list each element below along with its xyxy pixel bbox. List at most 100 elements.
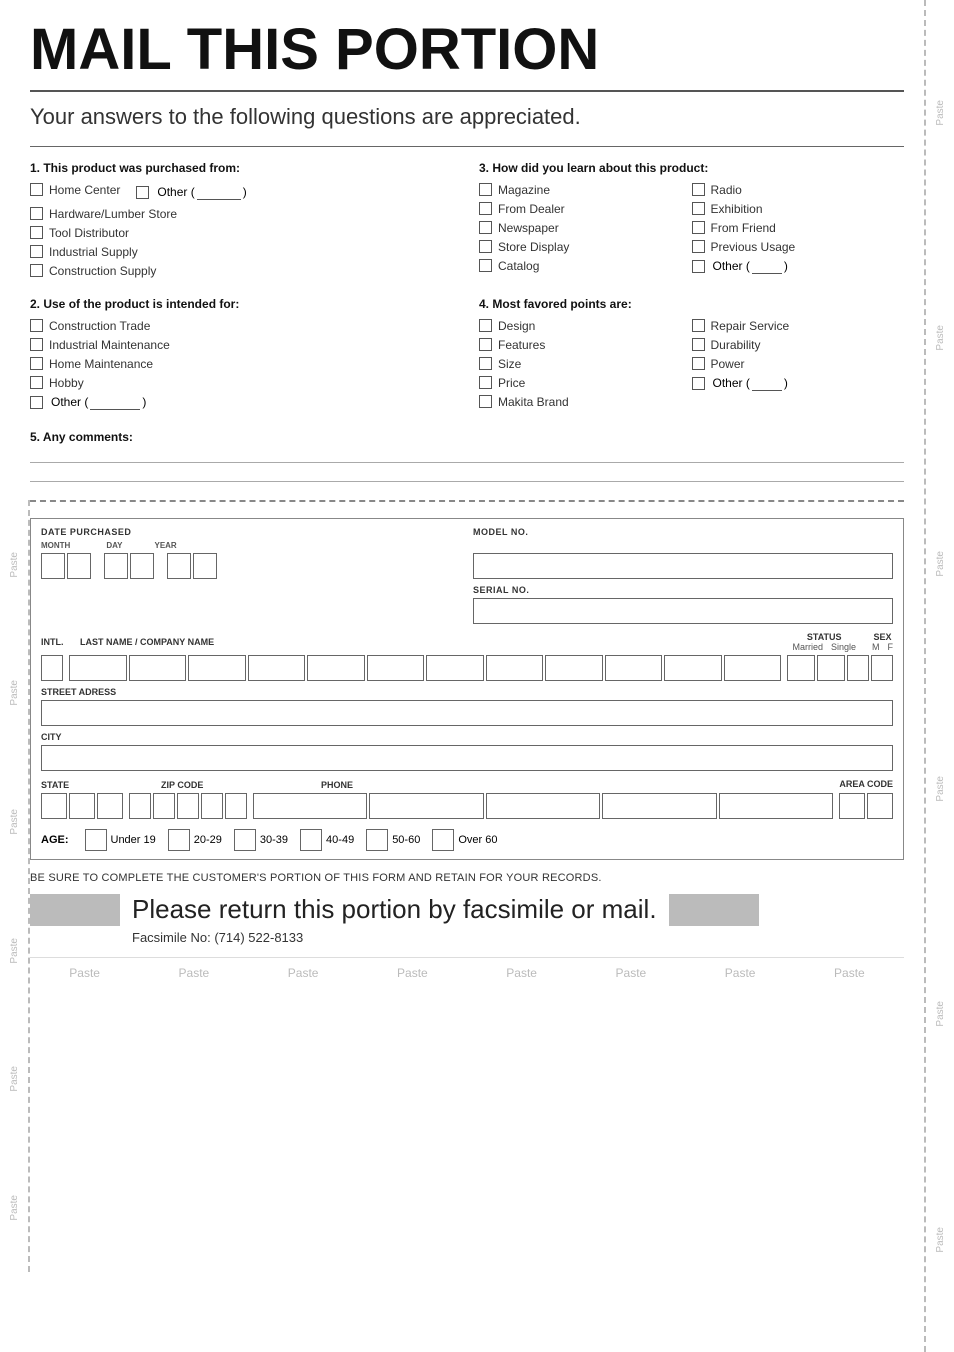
model-input[interactable] — [473, 553, 893, 579]
street-input[interactable] — [41, 700, 893, 726]
name-box-3[interactable] — [188, 655, 246, 681]
q3-prev-usage-cb[interactable] — [692, 240, 705, 253]
intl-label: INTL. — [41, 637, 64, 647]
zip-box-3[interactable] — [177, 793, 199, 819]
q4-repair: Repair Service — [692, 319, 905, 333]
name-box-10[interactable] — [605, 655, 663, 681]
street-label: STREET ADRESS — [41, 687, 893, 697]
age-40-49-box[interactable] — [300, 829, 322, 851]
name-box-9[interactable] — [545, 655, 603, 681]
q2-home-maint-cb[interactable] — [30, 357, 43, 370]
state-box-1[interactable] — [41, 793, 67, 819]
q1-industrial-supply-checkbox[interactable] — [30, 245, 43, 258]
name-box-5[interactable] — [307, 655, 365, 681]
q4-other-cb[interactable] — [692, 377, 705, 390]
q1-construction-supply-checkbox[interactable] — [30, 264, 43, 277]
q4-features: Features — [479, 338, 692, 352]
city-input[interactable] — [41, 745, 893, 771]
name-box-12[interactable] — [724, 655, 782, 681]
q4-features-cb[interactable] — [479, 338, 492, 351]
age-under19-box[interactable] — [85, 829, 107, 851]
single-box[interactable] — [817, 655, 845, 681]
q3-exhibition: Exhibition — [692, 202, 905, 216]
name-box-11[interactable] — [664, 655, 722, 681]
day-box-1[interactable] — [104, 553, 128, 579]
q3-from-friend-cb[interactable] — [692, 221, 705, 234]
state-box-2[interactable] — [69, 793, 95, 819]
model-label: MODEL NO. — [473, 527, 893, 537]
phone-box-2[interactable] — [369, 793, 483, 819]
q4-design: Design — [479, 319, 692, 333]
q4-power-cb[interactable] — [692, 357, 705, 370]
state-box-3[interactable] — [97, 793, 123, 819]
age-under19: Under 19 — [85, 829, 156, 851]
year-box-1[interactable] — [167, 553, 191, 579]
zip-box-1[interactable] — [129, 793, 151, 819]
area-box-1[interactable] — [839, 793, 865, 819]
q3-exhibition-cb[interactable] — [692, 202, 705, 215]
q2-other-cb[interactable] — [30, 396, 43, 409]
phone-label: PHONE — [321, 780, 813, 790]
q1-hardware-checkbox[interactable] — [30, 207, 43, 220]
q3-store-display-cb[interactable] — [479, 240, 492, 253]
month-box-2[interactable] — [67, 553, 91, 579]
q4-title: 4. Most favored points are: — [479, 297, 904, 311]
q2-hobby-cb[interactable] — [30, 376, 43, 389]
q3-radio-cb[interactable] — [692, 183, 705, 196]
married-box[interactable] — [787, 655, 815, 681]
area-box-2[interactable] — [867, 793, 893, 819]
q1-other-checkbox[interactable] — [136, 186, 149, 199]
q4-makita-cb[interactable] — [479, 395, 492, 408]
date-purchased-block: DATE PURCHASED MONTH DAY YEAR — [41, 527, 461, 579]
paste-b8: Paste — [834, 966, 865, 980]
name-box-1[interactable] — [69, 655, 127, 681]
name-box-7[interactable] — [426, 655, 484, 681]
q3-other-cb[interactable] — [692, 260, 705, 273]
name-box-6[interactable] — [367, 655, 425, 681]
year-box-2[interactable] — [193, 553, 217, 579]
month-box-1[interactable] — [41, 553, 65, 579]
q2-other: Other ( ) — [30, 395, 455, 410]
zip-box-4[interactable] — [201, 793, 223, 819]
q4-price-cb[interactable] — [479, 376, 492, 389]
right-paste-1: Paste — [935, 100, 946, 126]
area-label: AREA CODE — [813, 779, 893, 790]
phone-box-5[interactable] — [719, 793, 833, 819]
name-box-2[interactable] — [129, 655, 187, 681]
q4-design-cb[interactable] — [479, 319, 492, 332]
q3-other: Other ( ) — [692, 259, 905, 274]
q2-construction-cb[interactable] — [30, 319, 43, 332]
phone-box-4[interactable] — [602, 793, 716, 819]
q3-catalog-cb[interactable] — [479, 259, 492, 272]
age-20-29-box[interactable] — [168, 829, 190, 851]
q1-home-center-checkbox[interactable] — [30, 183, 43, 196]
q3-radio: Radio — [692, 183, 905, 197]
phone-box-1[interactable] — [253, 793, 367, 819]
age-over60-box[interactable] — [432, 829, 454, 851]
f-box[interactable] — [871, 655, 893, 681]
q3-catalog: Catalog — [479, 259, 692, 273]
q4-durability-cb[interactable] — [692, 338, 705, 351]
q4-repair-cb[interactable] — [692, 319, 705, 332]
q3-from-dealer-cb[interactable] — [479, 202, 492, 215]
m-box[interactable] — [847, 655, 869, 681]
name-box-8[interactable] — [486, 655, 544, 681]
q1-tool-dist-checkbox[interactable] — [30, 226, 43, 239]
age-30-39-box[interactable] — [234, 829, 256, 851]
name-box-4[interactable] — [248, 655, 306, 681]
serial-label: SERIAL NO. — [473, 585, 893, 595]
q3-magazine-cb[interactable] — [479, 183, 492, 196]
status-label: STATUS — [792, 632, 856, 642]
phone-box-3[interactable] — [486, 793, 600, 819]
q4-size-cb[interactable] — [479, 357, 492, 370]
zip-box-5[interactable] — [225, 793, 247, 819]
intl-box[interactable] — [41, 655, 63, 681]
cut-line — [30, 500, 904, 502]
serial-input[interactable] — [473, 598, 893, 624]
day-box-2[interactable] — [130, 553, 154, 579]
q2-industrial-maint-cb[interactable] — [30, 338, 43, 351]
age-50-60-box[interactable] — [366, 829, 388, 851]
zip-box-2[interactable] — [153, 793, 175, 819]
q3-newspaper-cb[interactable] — [479, 221, 492, 234]
reminder-text: BE SURE TO COMPLETE THE CUSTOMER'S PORTI… — [30, 872, 904, 884]
